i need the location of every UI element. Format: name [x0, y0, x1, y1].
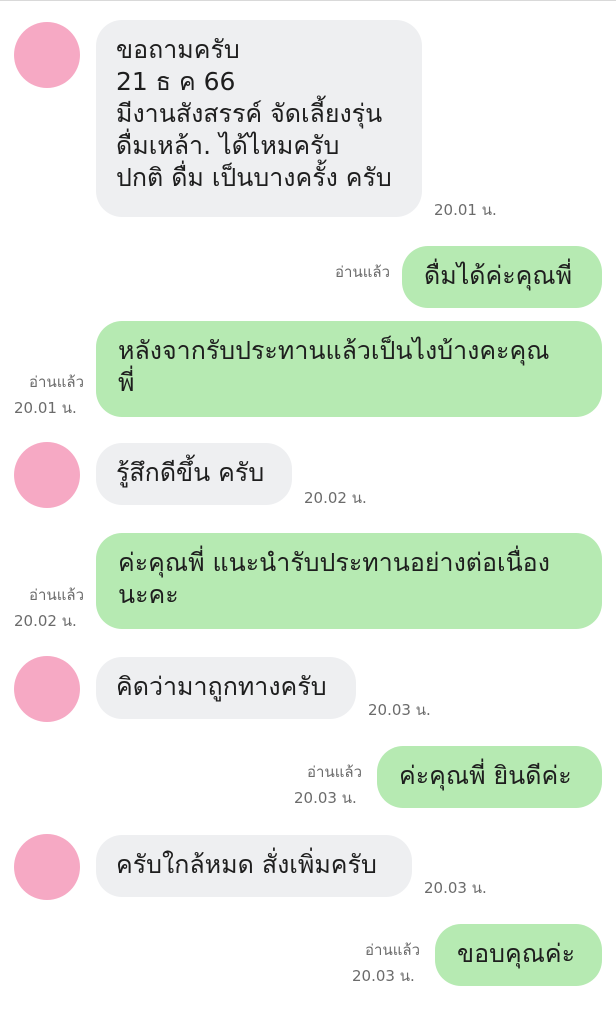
top-divider — [0, 0, 616, 1]
incoming-message-bubble[interactable]: คิดว่ามาถูกทางครับ — [96, 657, 356, 719]
contact-avatar[interactable] — [14, 656, 80, 722]
read-receipt: อ่านแล้ว — [29, 373, 84, 391]
message-timestamp: 20.02 น. — [14, 612, 77, 630]
contact-avatar[interactable] — [14, 834, 80, 900]
message-timestamp: 20.03 น. — [368, 701, 431, 719]
message-text-line: ค่ะคุณพี่ ยินดีค่ะ — [399, 761, 572, 790]
incoming-message-bubble[interactable]: รู้สึกดีขึ้น ครับ — [96, 443, 292, 505]
message-timestamp: 20.03 น. — [424, 879, 487, 897]
message-text-line: ขอบคุณค่ะ — [457, 939, 576, 968]
message-text-line: ขอถามครับ — [116, 35, 240, 64]
message-timestamp: 20.02 น. — [304, 489, 367, 507]
read-receipt: อ่านแล้ว — [29, 586, 84, 604]
outgoing-message-bubble[interactable]: ขอบคุณค่ะ — [435, 924, 602, 986]
read-receipt: อ่านแล้ว — [335, 263, 390, 281]
message-text-line: ค่ะคุณพี่ แนะนำรับประทานอย่างต่อเนื่อง — [118, 548, 550, 577]
message-text-line: หลังจากรับประทานแล้วเป็นไงบ้างคะคุณ — [118, 336, 550, 365]
incoming-message-bubble[interactable]: ขอถามครับ 21 ธ ค 66 มีงานสังสรรค์ จัดเลี… — [96, 20, 422, 217]
message-text-line: ครับใกล้หมด สั่งเพิ่มครับ — [116, 850, 377, 879]
message-text-line: พี่ — [118, 368, 135, 397]
read-receipt: อ่านแล้ว — [365, 941, 420, 959]
message-timestamp: 20.03 น. — [352, 967, 415, 985]
message-timestamp: 20.03 น. — [294, 789, 357, 807]
message-text-line: 21 ธ ค 66 — [116, 67, 236, 96]
contact-avatar[interactable] — [14, 442, 80, 508]
message-text-line: คิดว่ามาถูกทางครับ — [116, 672, 327, 701]
message-text-line: มีงานสังสรรค์ จัดเลี้ยงรุ่น — [116, 99, 383, 128]
outgoing-message-bubble[interactable]: ค่ะคุณพี่ แนะนำรับประทานอย่างต่อเนื่อง น… — [96, 533, 602, 629]
message-text-line: ปกติ ดื่ม เป็นบางครั้ง ครับ — [116, 163, 392, 192]
message-timestamp: 20.01 น. — [434, 201, 497, 219]
message-timestamp: 20.01 น. — [14, 399, 77, 417]
message-text-line: ดื่มเหล้า. ได้ไหมครับ — [116, 131, 340, 160]
message-text-line: รู้สึกดีขึ้น ครับ — [116, 458, 265, 487]
outgoing-message-bubble[interactable]: หลังจากรับประทานแล้วเป็นไงบ้างคะคุณ พี่ — [96, 321, 602, 417]
outgoing-message-bubble[interactable]: ดื่มได้ค่ะคุณพี่ — [402, 246, 602, 308]
contact-avatar[interactable] — [14, 22, 80, 88]
outgoing-message-bubble[interactable]: ค่ะคุณพี่ ยินดีค่ะ — [377, 746, 602, 808]
message-text-line: ดื่มได้ค่ะคุณพี่ — [424, 261, 573, 290]
message-text-line: นะคะ — [118, 580, 179, 609]
incoming-message-bubble[interactable]: ครับใกล้หมด สั่งเพิ่มครับ — [96, 835, 412, 897]
read-receipt: อ่านแล้ว — [307, 763, 362, 781]
